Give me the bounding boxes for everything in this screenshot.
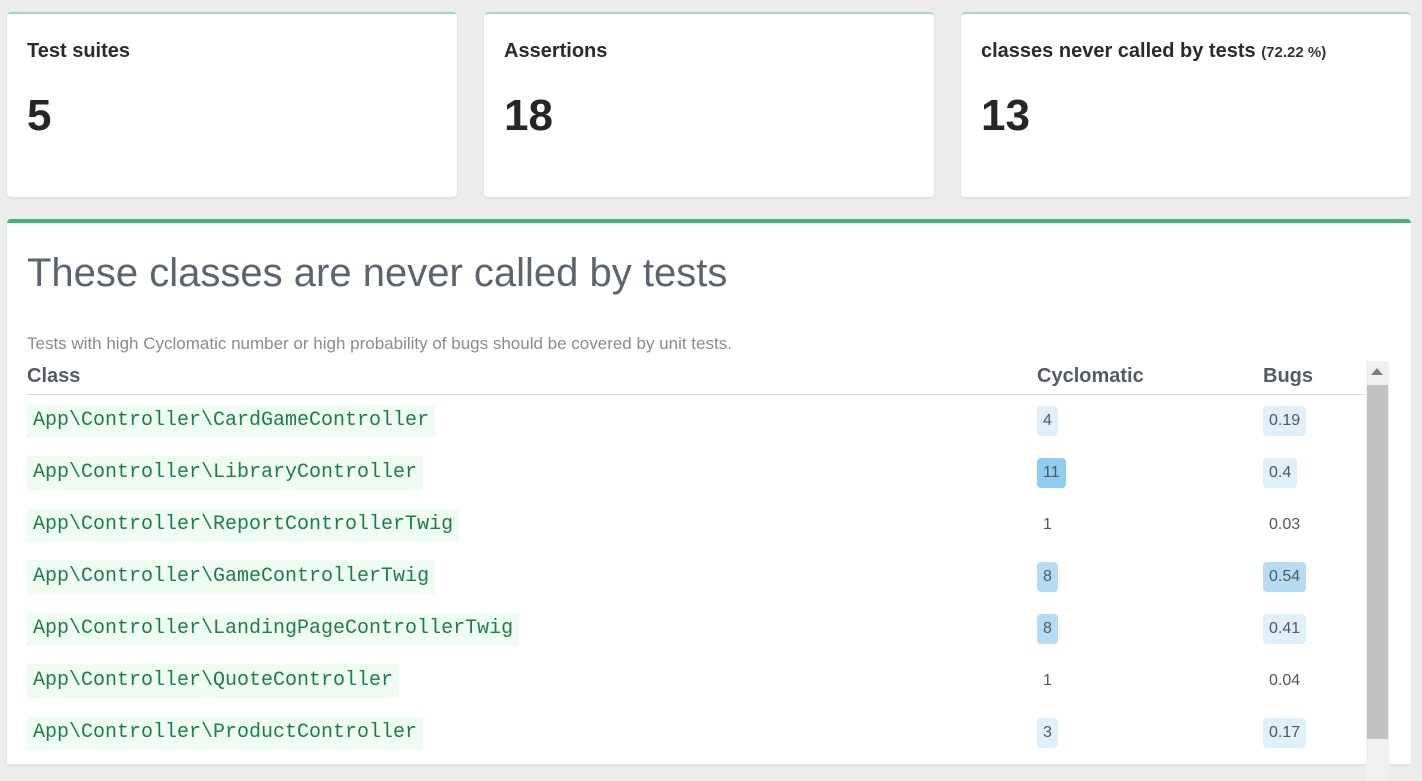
panel-title: These classes are never called by tests (27, 251, 728, 295)
bugs-badge: 0.19 (1263, 406, 1307, 436)
cyclomatic-badge: 3 (1037, 718, 1058, 748)
card-title-percent: (72.22 %) (1261, 44, 1327, 61)
class-name: App\Controller\CardGameController (27, 404, 436, 438)
class-name: App\Controller\GameControllerTwig (27, 560, 436, 594)
bugs-badge: 0.4 (1263, 458, 1298, 488)
table-row: App\Controller\GameControllerTwig 8 0.54 (27, 551, 1366, 603)
cyclomatic-badge: 1 (1043, 672, 1052, 689)
cyclomatic-badge: 8 (1037, 562, 1058, 592)
class-name: App\Controller\ProductController (27, 716, 424, 750)
column-header-class[interactable]: Class (27, 365, 80, 388)
table-row: App\Controller\LibraryController 11 0.4 (27, 447, 1366, 499)
table-row: App\Controller\ProductController 3 0.17 (27, 707, 1366, 759)
assertions-card: Assertions 18 (484, 12, 934, 197)
table-header: Class Cyclomatic Bugs (27, 357, 1366, 395)
column-header-bugs[interactable]: Bugs (1263, 365, 1313, 388)
bugs-badge: 0.54 (1263, 562, 1307, 592)
card-value: 18 (504, 91, 553, 140)
scrollbar-thumb[interactable] (1367, 385, 1388, 739)
card-value: 13 (981, 91, 1030, 140)
class-name: App\Controller\QuoteController (27, 664, 400, 698)
table-row: App\Controller\ReportControllerTwig 1 0.… (27, 499, 1366, 551)
table-row: App\Controller\QuoteController 1 0.04 (27, 655, 1366, 707)
card-title: classes never called by tests (72.22 %) (981, 40, 1391, 63)
class-name: App\Controller\LandingPageControllerTwig (27, 612, 520, 646)
untested-classes-card: classes never called by tests (72.22 %) … (961, 12, 1411, 197)
bugs-badge: 0.41 (1263, 614, 1307, 644)
cyclomatic-badge: 1 (1043, 516, 1052, 533)
untested-classes-panel: These classes are never called by tests … (7, 219, 1411, 781)
cyclomatic-badge: 4 (1037, 406, 1058, 436)
bugs-badge: 0.17 (1263, 718, 1307, 748)
class-name: App\Controller\ReportControllerTwig (27, 508, 460, 542)
table-scrollbar[interactable] (1366, 361, 1389, 781)
bugs-badge: 0.03 (1269, 516, 1301, 533)
class-name: App\Controller\LibraryController (27, 456, 424, 490)
card-title-text: classes never called by tests (981, 40, 1256, 62)
table-row: App\Controller\LandingPageControllerTwig… (27, 603, 1366, 655)
card-title: Assertions (504, 40, 608, 62)
panel-description: Tests with high Cyclomatic number or hig… (27, 334, 732, 353)
classes-table: Class Cyclomatic Bugs App\Controller\Car… (27, 357, 1366, 777)
cyclomatic-badge: 11 (1037, 458, 1066, 488)
column-header-cyclomatic[interactable]: Cyclomatic (1037, 365, 1144, 388)
card-title: Test suites (27, 40, 130, 62)
test-suites-card: Test suites 5 (7, 12, 457, 197)
scroll-up-arrow-icon[interactable] (1371, 368, 1383, 375)
table-row: App\Controller\CardGameController 4 0.19 (27, 395, 1366, 447)
cyclomatic-badge: 8 (1037, 614, 1058, 644)
bugs-badge: 0.04 (1269, 672, 1301, 689)
card-value: 5 (27, 91, 52, 140)
